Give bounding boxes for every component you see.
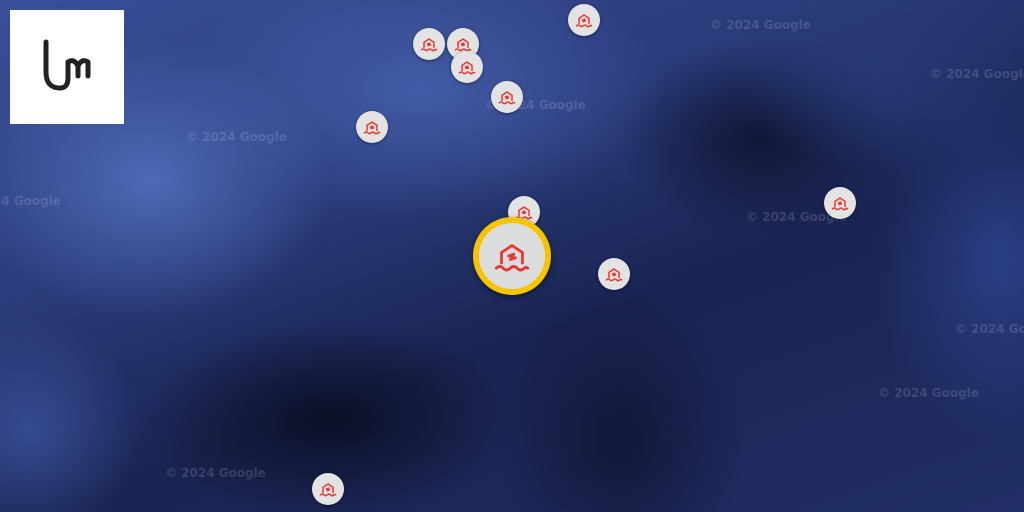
flood-marker[interactable] [824,187,856,219]
map-watermark: © 2024 Google [186,130,287,144]
um-logo-icon [43,39,91,91]
flood-house-icon [831,197,849,211]
flood-house-icon [494,244,530,272]
flood-marker[interactable] [356,111,388,143]
flood-house-icon [498,91,516,105]
map-watermark: © 2024 Google [0,194,61,208]
flood-house-icon [458,61,476,75]
flood-house-icon [363,121,381,135]
map-watermark: © 2024 Google [878,386,979,400]
map-watermark: © 2024 Google [930,67,1024,81]
map-watermark: © 2024 Google [165,466,266,480]
flood-marker[interactable] [312,473,344,505]
brand-logo[interactable] [10,10,124,124]
flood-marker[interactable] [568,4,600,36]
flood-marker[interactable] [451,51,483,83]
flood-house-icon [319,483,337,497]
map-watermark: © 2024 Google [710,18,811,32]
flood-marker[interactable] [598,258,630,290]
flood-marker[interactable] [413,28,445,60]
flood-house-icon [605,268,623,282]
map-canvas[interactable]: © 2024 Google © 2024 Google © 2024 Googl… [0,0,1024,512]
flood-house-icon [575,14,593,28]
flood-marker[interactable] [491,81,523,113]
map-watermark: © 2024 Google [955,322,1024,336]
flood-house-icon [420,38,438,52]
selected-flood-marker[interactable] [473,217,551,295]
